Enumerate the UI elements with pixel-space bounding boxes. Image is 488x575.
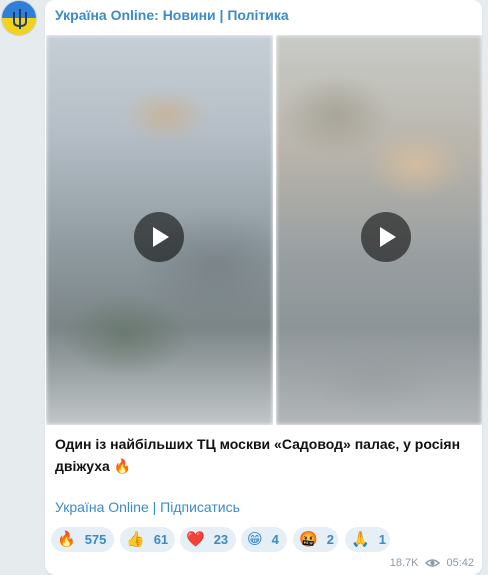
post-text: Один із найбільших ТЦ москви «Садовод» п… (55, 436, 461, 474)
message-bubble: Україна Online: Новини | Політика Один і… (45, 0, 482, 575)
video-thumbnail[interactable] (46, 35, 273, 425)
video-thumbnail[interactable] (276, 35, 482, 425)
reaction-fire[interactable]: 🔥 575 (51, 527, 114, 552)
thumbs-up-emoji-icon: 👍 (126, 531, 145, 548)
eye-icon (425, 559, 441, 567)
fire-emoji-icon: 🔥 (57, 531, 76, 548)
reaction-heart[interactable]: ❤️ 23 (180, 527, 236, 552)
message-meta: 18.7K 05:42 (390, 557, 474, 569)
reaction-count: 61 (153, 532, 169, 547)
reaction-count: 1 (378, 532, 386, 547)
view-count: 18.7K (389, 557, 419, 569)
pray-emoji-icon: 🙏 (351, 531, 370, 548)
reaction-count: 23 (213, 532, 229, 547)
reaction-pray[interactable]: 🙏 1 (345, 527, 390, 552)
channel-name[interactable]: Україна Online: Новини | Політика (55, 7, 289, 23)
channel-avatar[interactable] (1, 0, 37, 36)
heart-emoji-icon: ❤️ (186, 531, 205, 548)
reaction-angry[interactable]: 🤬 2 (293, 527, 338, 552)
reaction-count: 575 (84, 532, 107, 547)
message-time: 05:42 (446, 557, 474, 569)
reaction-count: 2 (326, 532, 334, 547)
play-icon[interactable] (134, 212, 184, 262)
grin-emoji-icon: 😁 (247, 531, 263, 548)
subscribe-link[interactable]: Україна Online | Підписатись (55, 499, 240, 515)
reaction-grin[interactable]: 😁 4 (241, 527, 287, 552)
angry-emoji-icon: 🤬 (299, 531, 318, 548)
play-icon[interactable] (361, 212, 411, 262)
reaction-count: 4 (271, 532, 279, 547)
trident-icon (13, 9, 27, 29)
reaction-thumbs-up[interactable]: 👍 61 (120, 527, 175, 552)
